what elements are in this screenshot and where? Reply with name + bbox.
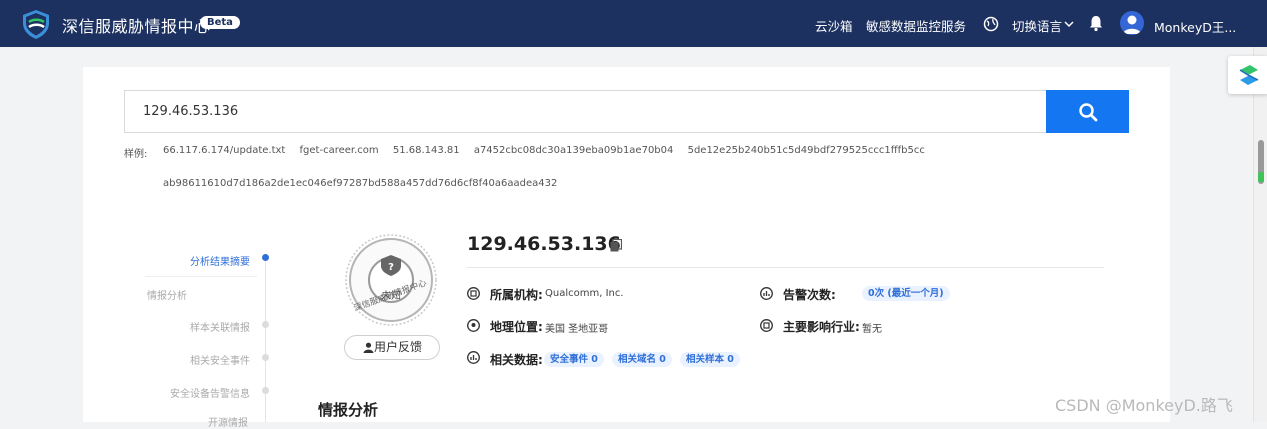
unknown-verdict-seal: ? 深信服威胁情报中心 — [345, 234, 437, 326]
anchor-dot — [262, 321, 269, 328]
brand-title[interactable]: 深信服威胁情报中心 — [62, 13, 211, 37]
sandbox-logo-icon — [1239, 65, 1259, 85]
related-security-events[interactable]: 安全事件 0 — [544, 352, 604, 367]
language-switch[interactable]: 切换语言 — [1012, 16, 1062, 35]
anchor-track — [265, 258, 266, 422]
person-icon — [363, 342, 374, 353]
avatar[interactable] — [1120, 11, 1144, 35]
globe-icon[interactable] — [983, 16, 999, 32]
anchor-dot — [262, 354, 269, 361]
related-domains[interactable]: 相关域名 0 — [612, 352, 672, 367]
building-icon — [467, 287, 480, 300]
example-link[interactable]: a7452cbc08dc30a139eba09b1ae70b04 — [474, 145, 674, 156]
search-icon — [1079, 103, 1098, 122]
anchor-dot-active — [262, 254, 269, 261]
examples-row: 66.117.6.174/update.txt fget-career.com … — [163, 145, 936, 156]
user-feedback-button[interactable]: 用户反馈 — [344, 335, 440, 360]
geo-value: 美国 圣地亚哥 — [545, 324, 609, 335]
anchor-item-sample[interactable]: 样本关联情报 — [190, 319, 250, 334]
industry-value: 暂无 — [862, 324, 882, 335]
alerts-label: 告警次数: — [783, 288, 836, 302]
org-value: Qualcomm, Inc. — [545, 288, 624, 299]
example-link[interactable]: 66.117.6.174/update.txt — [163, 145, 285, 156]
bell-icon[interactable] — [1088, 14, 1104, 32]
side-float-widget[interactable] — [1228, 56, 1267, 94]
alerts-count-badge[interactable]: 0次 (最近一个月) — [862, 286, 950, 301]
beta-badge: Beta — [200, 16, 240, 29]
anchor-dot — [262, 387, 269, 394]
anchor-item-alerts[interactable]: 安全设备告警信息 — [170, 385, 250, 400]
scroll-indicator — [1258, 172, 1264, 182]
chevron-down-icon[interactable] — [1064, 20, 1074, 28]
top-navbar: 深信服威胁情报中心 Beta 云沙箱 敏感数据监控服务 切换语言 MonkeyD… — [0, 0, 1267, 47]
nav-sensitive-data-monitor[interactable]: 敏感数据监控服务 — [866, 16, 966, 35]
example-link[interactable]: 5de12e25b240b51c5d49bdf279525ccc1fffb5cc — [688, 145, 925, 156]
industry-icon — [760, 319, 773, 332]
feedback-label: 用户反馈 — [373, 340, 422, 354]
user-name[interactable]: MonkeyD王... — [1154, 17, 1236, 36]
example-link[interactable]: 51.68.143.81 — [393, 145, 460, 156]
anchor-item-events[interactable]: 相关安全事件 — [190, 352, 250, 367]
org-label: 所属机构: — [490, 288, 543, 302]
svg-text:?: ? — [388, 262, 394, 273]
search-input[interactable]: 129.46.53.136 — [124, 90, 1046, 133]
industry-label: 主要影响行业: — [783, 320, 860, 334]
user-icon — [1123, 15, 1141, 34]
divider — [466, 267, 1104, 268]
page-scrollbar[interactable] — [1253, 47, 1267, 422]
related-label: 相关数据: — [490, 353, 543, 367]
alert-chart-icon — [760, 287, 773, 300]
anchor-group-intel[interactable]: 情报分析 — [147, 287, 187, 302]
anchor-item-summary[interactable]: 分析结果摘要 — [190, 253, 250, 268]
watermark: CSDN @MonkeyD.路飞 — [1055, 396, 1233, 415]
nav-cloud-sandbox[interactable]: 云沙箱 — [815, 16, 853, 35]
examples-label: 样例: — [124, 149, 148, 160]
geo-label: 地理位置: — [490, 320, 543, 334]
data-icon — [467, 351, 480, 364]
location-pin-icon — [467, 319, 480, 332]
search-button[interactable] — [1046, 90, 1129, 133]
example-link[interactable]: fget-career.com — [300, 145, 379, 156]
related-samples[interactable]: 相关样本 0 — [680, 352, 740, 367]
divider — [145, 276, 257, 277]
copy-icon[interactable] — [610, 239, 622, 252]
verdict-label: 未知 — [381, 291, 401, 302]
result-ip-title: 129.46.53.136 — [467, 233, 621, 255]
section-title-intel-analysis: 情报分析 — [318, 401, 379, 419]
example-link[interactable]: ab98611610d7d186a2de1ec046ef97287bd588a4… — [163, 178, 557, 189]
shield-logo-icon[interactable] — [20, 8, 52, 40]
